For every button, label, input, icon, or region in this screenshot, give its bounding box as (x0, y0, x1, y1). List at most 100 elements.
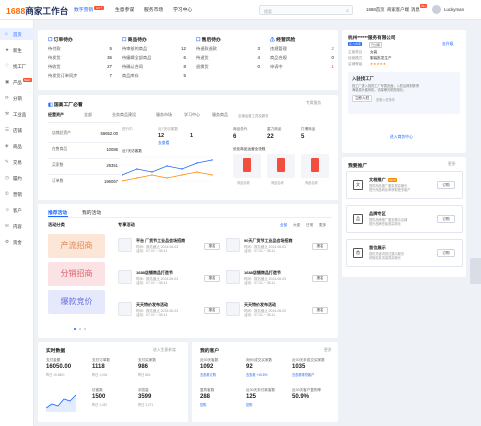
todo-label[interactable]: 违规管理 (270, 46, 287, 52)
register-button[interactable]: 报名 (204, 243, 220, 250)
factory-tab-2[interactable]: 业务商品建设 (112, 112, 136, 118)
metric-value[interactable]: 56652.00 (90, 131, 118, 136)
store-product-name[interactable]: 商品名称 (305, 180, 318, 185)
activity-promo-2[interactable]: 爆款竞价 (48, 290, 105, 314)
metric-value[interactable]: 196067 (90, 179, 118, 184)
register-button[interactable]: 报名 (204, 275, 220, 282)
user-name[interactable]: Luckyman (444, 7, 464, 12)
todo-label[interactable]: 待编辑全部商品 (122, 55, 151, 61)
sidebar-item-9[interactable]: ◷ 履约 (0, 172, 34, 184)
todo-count[interactable]: 2 (322, 46, 334, 51)
metric-value[interactable]: 10086 (90, 147, 118, 152)
factory-tab-1[interactable]: 全部 (84, 112, 92, 118)
customer-link[interactable]: 复购 (246, 402, 252, 407)
link-client[interactable]: 商家客户端 (387, 7, 409, 13)
shop-name[interactable]: 杭州******服务有限公司 (348, 35, 395, 41)
todo-label[interactable]: 申诉中 (270, 64, 283, 70)
activity-filter-2[interactable]: 日常 (306, 223, 313, 228)
todo-count[interactable]: 6 (174, 55, 186, 60)
customer-value[interactable]: 1035 (292, 364, 305, 370)
sidebar-item-5[interactable]: ⚒ 工业品 (0, 108, 34, 120)
todo-label[interactable]: 退换货 (196, 64, 209, 70)
sidebar-item-2[interactable]: ♡ 找工厂 (0, 60, 34, 72)
sidebar-item-8[interactable]: ✎ 交易 (0, 156, 34, 168)
realtime-value[interactable]: 1500 (92, 394, 105, 400)
todo-label[interactable]: 待发货订单同步 (48, 73, 77, 79)
register-button[interactable]: 报名 (312, 275, 328, 282)
join-button[interactable]: 立即入驻 (352, 95, 372, 102)
carousel-dot[interactable] (84, 328, 86, 330)
todo-count[interactable]: 7 (100, 73, 112, 78)
subscribe-button[interactable]: 订购 (437, 215, 455, 223)
customer-value[interactable]: 125 (246, 394, 256, 400)
todo-label[interactable]: 待付款 (48, 46, 61, 52)
tab-recommended[interactable]: 推荐活动 (48, 209, 67, 216)
activity-filter-0[interactable]: 全部 (280, 223, 287, 228)
customer-link[interactable]: 去查看订购 (200, 372, 216, 377)
todo-count[interactable]: 3 (248, 46, 260, 51)
todo-count[interactable]: 36 (100, 55, 112, 60)
nav-service-market[interactable]: 服务市场 (144, 6, 163, 13)
factory-tab-0[interactable]: 经营资产 (48, 112, 64, 118)
todo-count[interactable]: 5 (174, 73, 186, 78)
todo-label[interactable]: 商品库存 (122, 73, 139, 79)
store-product[interactable] (233, 154, 261, 178)
customer-value[interactable]: 288 (200, 394, 210, 400)
todo-count[interactable]: 0 (248, 64, 260, 69)
todo-label[interactable]: 商品合规 (270, 55, 287, 61)
activity-filter-3[interactable]: 更多 (319, 223, 326, 228)
sidebar-item-10[interactable]: ✆ 营销 (0, 188, 34, 200)
todo-count[interactable]: 0 (322, 55, 334, 60)
realtime-value[interactable]: 3599 (138, 394, 151, 400)
carousel-dot[interactable] (74, 328, 76, 330)
sidebar-item-0[interactable]: ⌂ 首页 (0, 28, 34, 40)
exclusive-service-link[interactable]: 专属服务 (306, 101, 321, 106)
factory-tab-3[interactable]: 服务市场 (156, 112, 172, 118)
sidebar-item-1[interactable]: ★ 新生 (0, 44, 34, 56)
register-button[interactable]: 报名 (312, 307, 328, 314)
store-product[interactable] (301, 154, 329, 178)
search-icon[interactable]: ⌕ (346, 8, 349, 14)
customer-value[interactable]: 92 (246, 364, 253, 370)
todo-label[interactable]: 待退款退款 (196, 46, 217, 52)
nav-business-advisor[interactable]: 生意参谋 (115, 6, 134, 13)
todo-label[interactable]: 待确认合同 (122, 64, 143, 70)
sidebar-item-7[interactable]: ◈ 商品 (0, 140, 34, 152)
factory-tab-4[interactable]: 学习中心 (184, 112, 200, 118)
sidebar-item-6[interactable]: ☰ 店铺 (0, 124, 34, 136)
sidebar-item-3[interactable]: ▣ 产品 NEW (0, 76, 34, 88)
sidebar-item-13[interactable]: ⚙ 资金 (0, 236, 34, 248)
todo-label[interactable]: 待收货 (48, 64, 61, 70)
customer-link[interactable]: 去查看带货客户 (292, 372, 314, 377)
store-metric-value[interactable]: 5 (301, 134, 304, 140)
metric-value[interactable]: 29351 (90, 163, 118, 168)
subscribe-button[interactable]: 订购 (437, 181, 455, 189)
store-product[interactable] (267, 154, 295, 178)
register-button[interactable]: 报名 (312, 243, 328, 250)
business-center-link[interactable]: 进入商务中心 (390, 135, 413, 140)
business-advisor-link[interactable]: 进入生意参谋 (153, 348, 176, 353)
nav-learning-center[interactable]: 学习中心 (173, 6, 192, 13)
register-button[interactable]: 报名 (204, 307, 220, 314)
search-input[interactable]: 搜索 ⌕ (259, 5, 353, 15)
tab-my-activities[interactable]: 我的活动 (82, 209, 101, 216)
todo-label[interactable]: 待退货 (196, 55, 209, 61)
todo-count[interactable]: 4 (248, 55, 260, 60)
sidebar-item-12[interactable]: ✉ 内容 (0, 220, 34, 232)
customer-value[interactable]: 50.9% (292, 394, 309, 400)
customer-link[interactable]: 复购 (200, 402, 206, 407)
store-metric-value[interactable]: 6 (233, 134, 236, 140)
service-more-link[interactable]: 更多 (448, 162, 456, 167)
side-scroll-handle[interactable] (470, 258, 481, 284)
realtime-value[interactable]: 16050.00 (46, 364, 71, 370)
realtime-value[interactable]: 1118 (92, 364, 105, 370)
todo-count[interactable]: 5 (100, 46, 112, 51)
todo-label[interactable]: 待发货 (48, 55, 61, 61)
activity-promo-0[interactable]: 产流招商 (48, 234, 105, 258)
logo[interactable]: 1688商家工作台 (6, 5, 68, 17)
activity-promo-1[interactable]: 分销招商 (48, 262, 105, 286)
todo-count[interactable]: 1 (322, 64, 334, 69)
upgrade-link[interactable]: 去升级 (442, 42, 453, 47)
todo-count[interactable]: 8 (174, 64, 186, 69)
trend-view-link[interactable]: 去查看 (158, 141, 169, 146)
